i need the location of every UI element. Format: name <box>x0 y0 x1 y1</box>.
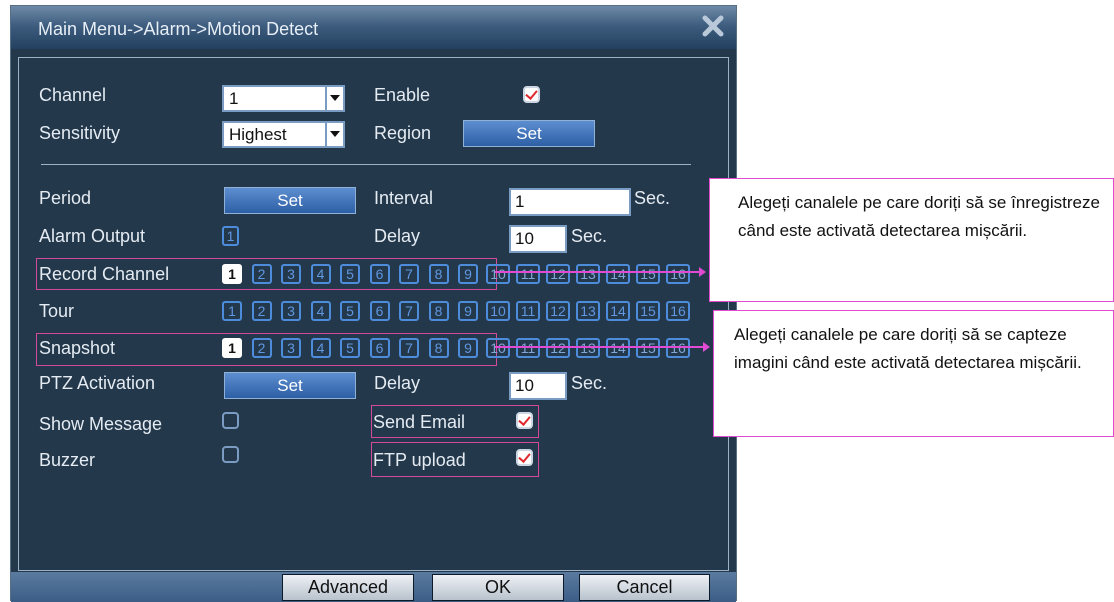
tour-channel-15[interactable]: 15 <box>636 301 660 321</box>
channel-label: Channel <box>39 85 107 105</box>
motion-detect-dialog: Main Menu->Alarm->Motion Detect Channel … <box>10 5 737 602</box>
tour-channel-11[interactable]: 11 <box>516 301 540 321</box>
chevron-down-icon[interactable] <box>325 87 343 110</box>
cancel-button[interactable]: Cancel <box>579 574 710 601</box>
record-channel-6[interactable]: 6 <box>369 264 390 284</box>
tour-channel-16[interactable]: 16 <box>666 301 690 321</box>
snapshot-channel-10[interactable]: 10 <box>486 338 510 358</box>
section-divider <box>41 164 691 165</box>
enable-label: Enable <box>374 85 431 105</box>
snapshot-callout: Alegeți canalele pe care doriți să se ca… <box>713 310 1114 437</box>
ftp-upload-highlight <box>371 442 539 477</box>
show-message-label: Show Message <box>39 414 163 434</box>
dialog-titlebar: Main Menu->Alarm->Motion Detect <box>11 6 736 49</box>
ptz-delay-input[interactable]: 10 <box>509 372 567 400</box>
snapshot-callout-leader <box>495 346 703 348</box>
sensitivity-select-value: Highest <box>229 125 287 144</box>
record-channel-callout: Alegeți canalele pe care doriți să se în… <box>709 178 1114 302</box>
record-channel-8[interactable]: 8 <box>428 264 449 284</box>
tour-channel-13[interactable]: 13 <box>576 301 600 321</box>
channel-select[interactable]: 1 <box>222 85 345 112</box>
snapshot-callout-text: Alegeți canalele pe care doriți să se ca… <box>734 325 1082 372</box>
tour-channel-4[interactable]: 4 <box>310 301 331 321</box>
snapshot-channel-8[interactable]: 8 <box>428 338 449 358</box>
region-label: Region <box>374 123 432 143</box>
send-email-highlight <box>371 405 539 438</box>
tour-channel-10[interactable]: 10 <box>486 301 510 321</box>
record-channel-2[interactable]: 2 <box>251 264 272 284</box>
snapshot-channel-16[interactable]: 16 <box>666 338 690 358</box>
snapshot-channel-12[interactable]: 12 <box>546 338 570 358</box>
snapshot-channel-2[interactable]: 2 <box>251 338 272 358</box>
tour-label: Tour <box>39 301 75 321</box>
tour-channel-12[interactable]: 12 <box>546 301 570 321</box>
record-channel-1[interactable]: 1 <box>222 264 242 284</box>
record-callout-leader <box>495 271 699 273</box>
interval-label: Interval <box>374 188 434 208</box>
snapshot-channel-15[interactable]: 15 <box>636 338 660 358</box>
snapshot-channel-14[interactable]: 14 <box>606 338 630 358</box>
tour-channel-14[interactable]: 14 <box>606 301 630 321</box>
ptz-set-button[interactable]: Set <box>224 372 356 399</box>
record-channel-5[interactable]: 5 <box>340 264 360 284</box>
record-channel-10[interactable]: 10 <box>486 264 510 284</box>
record-channel-16[interactable]: 16 <box>666 264 690 284</box>
tour-channel-7[interactable]: 7 <box>399 301 419 321</box>
delay-input[interactable]: 10 <box>509 225 567 253</box>
tour-channel-8[interactable]: 8 <box>428 301 449 321</box>
snapshot-channel-3[interactable]: 3 <box>281 338 301 358</box>
snapshot-channel-5[interactable]: 5 <box>340 338 360 358</box>
period-set-button[interactable]: Set <box>224 187 356 214</box>
ok-button[interactable]: OK <box>432 574 564 601</box>
buzzer-checkbox[interactable] <box>222 446 239 463</box>
arrow-icon <box>703 342 710 352</box>
ptz-activation-label: PTZ Activation <box>39 373 156 393</box>
dialog-title: Main Menu->Alarm->Motion Detect <box>38 19 319 39</box>
record-channel-14[interactable]: 14 <box>606 264 630 284</box>
arrow-icon <box>699 267 706 277</box>
alarm-output-channel[interactable]: 1 <box>222 226 239 246</box>
tour-channel-9[interactable]: 9 <box>458 301 478 321</box>
snapshot-channel-4[interactable]: 4 <box>310 338 331 358</box>
interval-unit: Sec. <box>634 188 671 208</box>
chevron-down-icon[interactable] <box>325 123 343 146</box>
record-channel-3[interactable]: 3 <box>281 264 301 284</box>
delay-label: Delay <box>374 226 421 246</box>
snapshot-channel-9[interactable]: 9 <box>458 338 478 358</box>
record-channel-13[interactable]: 13 <box>576 264 600 284</box>
channel-select-value: 1 <box>229 89 239 108</box>
tour-channel-2[interactable]: 2 <box>251 301 272 321</box>
record-channel-9[interactable]: 9 <box>458 264 478 284</box>
record-channel-callout-text: Alegeți canalele pe care doriți să se în… <box>738 193 1100 240</box>
advanced-button[interactable]: Advanced <box>282 574 414 601</box>
alarm-output-label: Alarm Output <box>39 226 146 246</box>
snapshot-channel-13[interactable]: 13 <box>576 338 600 358</box>
interval-input[interactable]: 1 <box>509 188 631 216</box>
enable-checkbox[interactable] <box>523 86 540 103</box>
close-icon[interactable] <box>699 12 727 40</box>
snapshot-channel-1[interactable]: 1 <box>222 338 242 358</box>
tour-channel-5[interactable]: 5 <box>340 301 360 321</box>
region-set-button[interactable]: Set <box>463 120 595 147</box>
tour-channel-3[interactable]: 3 <box>281 301 301 321</box>
record-channel-11[interactable]: 11 <box>516 264 540 284</box>
period-label: Period <box>39 188 92 208</box>
ptz-delay-label: Delay <box>374 373 421 393</box>
ptz-delay-unit: Sec. <box>571 373 608 393</box>
record-channel-7[interactable]: 7 <box>399 264 419 284</box>
record-channel-15[interactable]: 15 <box>636 264 660 284</box>
buzzer-label: Buzzer <box>39 450 96 470</box>
sensitivity-label: Sensitivity <box>39 123 121 143</box>
tour-channel-6[interactable]: 6 <box>369 301 390 321</box>
snapshot-channel-7[interactable]: 7 <box>399 338 419 358</box>
show-message-checkbox[interactable] <box>222 412 239 429</box>
record-channel-12[interactable]: 12 <box>546 264 570 284</box>
sensitivity-select[interactable]: Highest <box>222 121 345 148</box>
record-channel-4[interactable]: 4 <box>310 264 331 284</box>
snapshot-channel-11[interactable]: 11 <box>516 338 540 358</box>
tour-channel-1[interactable]: 1 <box>222 301 242 321</box>
snapshot-channel-6[interactable]: 6 <box>369 338 390 358</box>
delay-unit: Sec. <box>571 226 608 246</box>
